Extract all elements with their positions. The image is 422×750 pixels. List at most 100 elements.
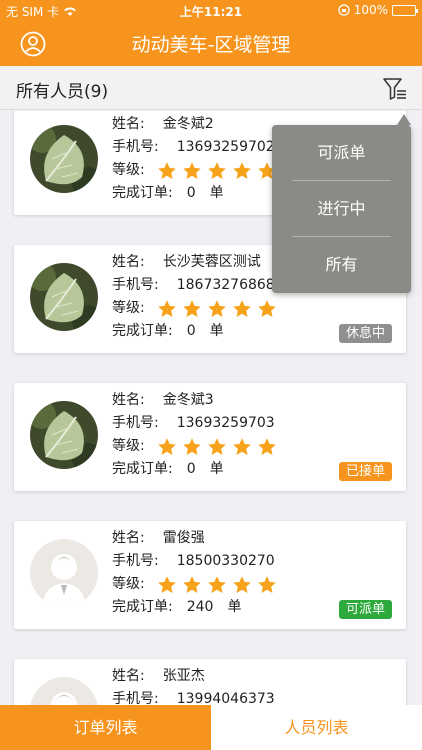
star-icon [182,161,201,179]
star-icon [257,437,276,455]
rating-stars [157,299,277,319]
page-title: 动动美车-区域管理 [131,34,291,56]
staff-info: 姓名: 金冬斌3 手机号: 13693259703 等级: 完成订单: 0 单 [112,389,277,481]
orders-row: 完成订单: 240 单 [112,596,277,619]
dropdown-item-in-progress[interactable]: 进行中 [292,181,391,237]
level-row: 等级: [112,297,277,320]
orders-unit: 单 [209,185,224,201]
star-icon [157,299,176,317]
staff-name: 张亚杰 [162,668,205,684]
staff-card[interactable]: 姓名:张亚杰手机号:13994046373等级:完成订单:单 [14,659,406,705]
avatar [30,125,98,193]
star-icon [257,575,276,593]
status-badge: 休息中 [338,324,392,343]
dropdown-item-all[interactable]: 所有 [292,237,391,293]
staff-phone: 18673276868 [176,277,275,293]
star-icon [207,161,226,179]
completed-orders-count: 0 [186,461,196,477]
orders-row: 完成订单: 0 单 [112,458,277,481]
star-icon [232,575,251,593]
phone-label: 手机号: [112,277,159,293]
completed-orders-count: 0 [186,323,196,339]
star-icon [232,161,251,179]
star-icon [182,437,201,455]
staff-count-title: 所有人员(9) [16,82,109,102]
orders-label: 完成订单: [112,323,173,339]
nav-bar: 动动美车-区域管理 [0,22,422,66]
staff-info: 姓名:张亚杰手机号:13994046373等级:完成订单:单 [112,665,277,705]
level-row: 等级: [112,159,277,182]
battery-icon [392,4,418,16]
avatar [30,263,98,331]
phone-label: 手机号: [112,691,159,705]
avatar [30,677,98,705]
name-label: 姓名: [112,530,145,546]
bottom-tab-bar: 订单列表 人员列表 [0,705,422,750]
staff-phone: 13994046373 [176,691,275,705]
rating-stars [157,575,277,595]
phone-row: 手机号: 18673276868 [112,274,277,297]
avatar [30,539,98,607]
dropdown-item-dispatchable[interactable]: 可派单 [292,125,391,181]
staff-phone: 13693259703 [176,415,275,431]
level-row: 等级: [112,573,277,596]
level-label: 等级: [112,576,145,592]
status-badge: 可派单 [338,600,392,619]
staff-card[interactable]: 姓名: 金冬斌3 手机号: 13693259703 等级: 完成订单: 0 单 已接单 [14,383,406,491]
staff-name: 金冬斌3 [162,392,214,408]
level-label: 等级: [112,162,145,178]
orientation-lock-icon [338,4,350,16]
star-icon [182,575,201,593]
orders-label: 完成订单: [112,185,173,201]
star-icon [182,299,201,317]
phone-label: 手机号: [112,553,159,569]
staff-name: 雷俊强 [162,530,205,546]
phone-row: 手机号: 13693259703 [112,412,277,435]
status-bar: 无 SIM 卡 上午11:21 100% [0,0,422,22]
phone-label: 手机号: [112,139,159,155]
orders-label: 完成订单: [112,599,173,615]
orders-unit: 单 [209,461,224,477]
phone-row: 手机号: 13994046373 [112,688,277,705]
orders-unit: 单 [209,323,224,339]
star-icon [207,437,226,455]
staff-phone: 13693259702 [176,139,275,155]
level-row: 等级: [112,435,277,458]
rating-stars [157,161,277,181]
name-label: 姓名: [112,116,145,132]
status-right: 100% [338,3,418,17]
name-label: 姓名: [112,668,145,684]
name-row: 姓名: 雷俊强 [112,527,277,550]
filter-bar: 所有人员(9) [0,66,422,110]
orders-label: 完成订单: [112,461,173,477]
staff-card[interactable]: 姓名: 雷俊强 手机号: 18500330270 等级: 完成订单: 240 单 可派单 [14,521,406,629]
orders-unit: 单 [227,599,242,615]
star-icon [207,575,226,593]
star-icon [232,437,251,455]
phone-row: 手机号: 18500330270 [112,550,277,573]
staff-phone: 18500330270 [176,553,275,569]
tab-order-list[interactable]: 订单列表 [0,705,211,750]
star-icon [157,575,176,593]
name-label: 姓名: [112,254,145,270]
completed-orders-count: 240 [186,599,214,615]
staff-name: 长沙芙蓉区测试 [162,254,261,270]
staff-info: 姓名: 雷俊强 手机号: 18500330270 等级: 完成订单: 240 单 [112,527,277,619]
phone-label: 手机号: [112,415,159,431]
name-label: 姓名: [112,392,145,408]
name-row: 姓名: 长沙芙蓉区测试 [112,251,277,274]
tab-staff-list[interactable]: 人员列表 [211,705,422,750]
status-filter-dropdown: 可派单 进行中 所有 [272,114,411,293]
orders-row: 完成订单: 0 单 [112,182,277,205]
phone-row: 手机号: 13693259702 [112,136,277,159]
name-row: 姓名: 张亚杰 [112,665,277,688]
name-row: 姓名: 金冬斌3 [112,389,277,412]
battery-percent: 100% [353,3,388,17]
completed-orders-count: 0 [186,185,196,201]
staff-info: 姓名: 金冬斌2 手机号: 13693259702 等级: 完成订单: 0 单 [112,113,277,205]
level-label: 等级: [112,438,145,454]
filter-icon[interactable] [382,76,408,102]
level-label: 等级: [112,300,145,316]
avatar [30,401,98,469]
staff-info: 姓名: 长沙芙蓉区测试 手机号: 18673276868 等级: 完成订单: 0 单 [112,251,277,343]
